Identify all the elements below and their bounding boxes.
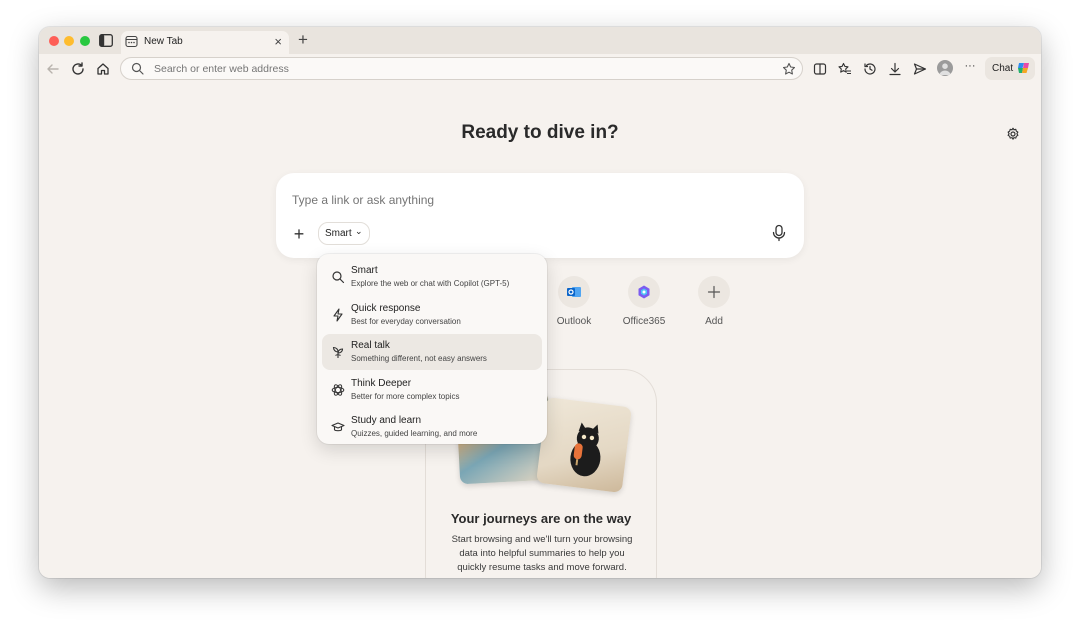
address-bar[interactable] [120,57,803,80]
tab-strip: New Tab × + [39,27,1041,54]
graduation-cap-icon [331,420,345,434]
new-tab-favicon-icon [125,35,138,48]
tab-title: New Tab [144,36,183,47]
mode-option-study-and-learn[interactable]: Study and learn Quizzes, guided learning… [322,409,542,445]
new-tab-button[interactable]: + [295,31,311,49]
more-menu-icon[interactable]: ··· [962,60,978,76]
mode-label: Smart [325,228,352,239]
mode-dropdown-menu: Smart Explore the web or chat with Copil… [317,254,547,444]
copilot-chat-button[interactable]: Chat [985,57,1035,80]
maximize-window-button[interactable] [80,36,90,46]
option-description: Explore the web or chat with Copilot (GP… [351,279,510,288]
copilot-logo-icon [1016,60,1032,76]
option-description: Best for everyday conversation [351,317,461,326]
quick-link-label: Add [705,316,723,327]
outlook-icon [558,276,590,308]
search-icon [131,62,144,75]
atom-icon [331,383,345,397]
option-title: Study and learn [351,415,422,426]
new-tab-page: Ready to dive in? + Smart ⌄ Outlook [39,84,1041,578]
quick-link-add[interactable]: Add [679,276,749,327]
download-icon[interactable] [887,61,903,77]
reload-icon[interactable] [70,61,86,77]
office365-icon [628,276,660,308]
journeys-title: Your journeys are on the way [450,511,632,526]
tab-close-icon[interactable]: × [274,34,282,50]
option-title: Quick response [351,303,421,314]
option-description: Something different, not easy answers [351,354,487,363]
journey-illustration-cat [536,397,632,493]
mode-selector-button[interactable]: Smart ⌄ [318,222,370,245]
chevron-down-icon: ⌄ [355,226,363,236]
sidebar-panel-icon[interactable] [99,34,113,47]
ask-input[interactable] [292,193,752,207]
mode-option-smart[interactable]: Smart Explore the web or chat with Copil… [322,259,542,295]
journeys-description: Start browsing and we'll turn your brows… [451,534,633,573]
sprout-icon [331,345,345,359]
share-send-icon[interactable] [912,61,928,77]
browser-toolbar: ··· Chat [39,54,1041,84]
page-title: Ready to dive in? [461,122,619,143]
browser-window: New Tab × + Search or enter web address … [39,27,1041,578]
option-description: Better for more complex topics [351,392,460,401]
history-icon[interactable] [862,61,878,77]
back-arrow-icon[interactable] [45,61,61,77]
mode-option-real-talk[interactable]: Real talk Something different, not easy … [322,334,542,370]
search-icon [331,270,345,284]
quick-link-label: Office365 [622,316,666,327]
option-description: Quizzes, guided learning, and more [351,429,478,438]
quick-link-label: Outlook [556,316,592,327]
gear-icon[interactable] [1006,127,1020,141]
mode-option-think-deeper[interactable]: Think Deeper Better for more complex top… [322,372,542,408]
quick-link-outlook[interactable]: Outlook [539,276,609,327]
favorite-star-icon[interactable] [782,62,796,76]
plus-icon [698,276,730,308]
favorites-icon[interactable] [837,61,853,77]
copilot-ask-box: + Smart ⌄ [276,173,804,258]
minimize-window-button[interactable] [64,36,74,46]
option-title: Think Deeper [351,378,412,389]
tab-new-tab[interactable]: New Tab × [121,31,289,54]
home-icon[interactable] [95,61,111,77]
microphone-icon[interactable] [771,224,787,242]
split-screen-icon[interactable] [812,61,828,77]
chat-label: Chat [992,63,1014,74]
address-input[interactable] [154,63,754,75]
lightning-icon [331,308,345,322]
quick-link-office365[interactable]: Office365 [609,276,679,327]
option-title: Real talk [351,340,390,351]
mode-option-quick-response[interactable]: Quick response Best for everyday convers… [322,297,542,333]
profile-avatar[interactable] [937,60,953,76]
close-window-button[interactable] [49,36,59,46]
option-title: Smart [351,265,378,276]
add-attachment-button[interactable]: + [290,225,308,243]
